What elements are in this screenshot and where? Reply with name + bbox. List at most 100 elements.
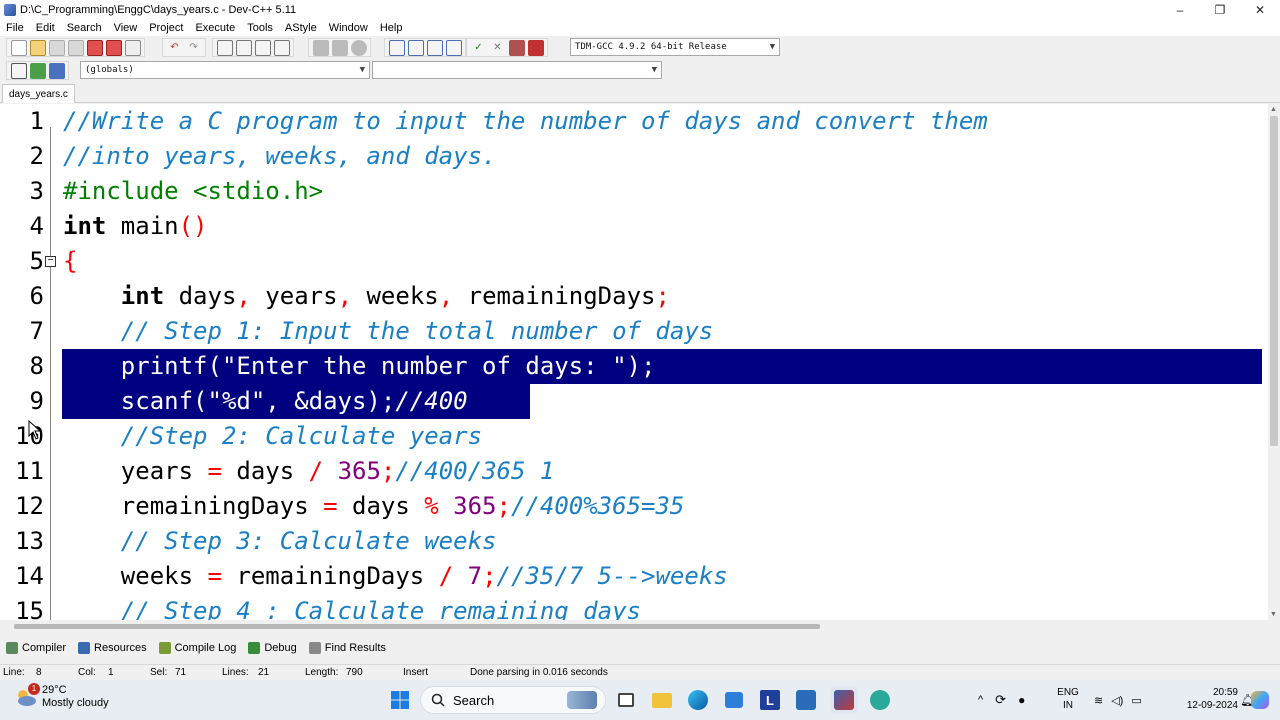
code-line-11: 11 years = days / 365;//400/365 1 (0, 454, 1268, 489)
goto-icon[interactable] (29, 62, 46, 79)
menu-execute[interactable]: Execute (189, 22, 241, 34)
weather-temp: 29°C (42, 684, 67, 696)
profile-icon[interactable] (508, 39, 525, 56)
window-controls: – ❐ ✕ (1160, 0, 1280, 20)
remove-from-project-icon[interactable] (426, 39, 443, 56)
edge-button[interactable] (684, 686, 712, 714)
new-file-icon[interactable] (10, 39, 27, 56)
search-label: Search (453, 692, 495, 708)
start-button[interactable] (386, 686, 414, 714)
store-button[interactable] (720, 686, 748, 714)
compiler-select[interactable]: TDM-GCC 4.9.2 64-bit Release ▼ (570, 38, 780, 56)
vscode-button[interactable] (792, 686, 820, 714)
network-volume-tray[interactable]: ≋ ◁) ▭ (1090, 680, 1146, 720)
horizontal-scrollbar[interactable] (0, 620, 1268, 632)
maximize-button[interactable]: ❐ (1200, 0, 1240, 20)
sync-icon[interactable]: ⟳ (995, 692, 1006, 708)
microphone-icon[interactable]: ● (1018, 693, 1025, 707)
status-lines-value: 21 (258, 667, 270, 678)
undo-icon[interactable]: ↶ (167, 40, 183, 56)
bookmark-icon[interactable] (48, 62, 65, 79)
vertical-scroll-thumb[interactable] (1270, 116, 1278, 446)
insert-icon[interactable] (10, 62, 27, 79)
menu-project[interactable]: Project (143, 22, 189, 34)
tab-compiler[interactable]: Compiler (0, 642, 72, 654)
debug-icon[interactable] (527, 39, 544, 56)
close-button[interactable]: ✕ (1240, 0, 1280, 20)
code-text: int main() (63, 209, 208, 244)
scope-select[interactable]: (globals) ▼ (80, 61, 370, 79)
project-options-icon[interactable] (445, 39, 462, 56)
status-sel-label: Sel: (150, 667, 168, 678)
symbol: % (424, 492, 439, 520)
status-col-label: Col: (78, 667, 96, 678)
file-tab-days-years[interactable]: days_years.c (2, 84, 75, 103)
code-line-12: 12 remainingDays = days % 365;//400%365=… (0, 489, 1268, 524)
close-file-icon[interactable] (86, 39, 103, 56)
scroll-up-icon[interactable]: ▲ (1270, 106, 1277, 113)
tab-resources[interactable]: Resources (72, 642, 153, 654)
copilot-button[interactable] (1246, 686, 1274, 714)
toggle-comment-icon[interactable] (350, 39, 367, 56)
indent-icon[interactable] (312, 39, 329, 56)
new-project-icon[interactable] (388, 39, 405, 56)
file-explorer-button[interactable] (648, 686, 676, 714)
add-to-project-icon[interactable] (407, 39, 424, 56)
line-number: 4 (29, 212, 44, 240)
goto-function-icon[interactable] (273, 39, 290, 56)
redo-icon[interactable]: ↷ (186, 40, 202, 56)
fold-collapse-icon[interactable]: − (45, 256, 56, 267)
goto-line-icon[interactable] (254, 39, 271, 56)
save-icon[interactable] (48, 39, 65, 56)
horizontal-scroll-thumb[interactable] (14, 624, 820, 629)
vertical-scrollbar[interactable]: ▲ ▼ (1268, 104, 1280, 620)
code-editor[interactable]: 1 //Write a C program to input the numbe… (0, 104, 1268, 620)
code-text: // Step 1: Input the total number of day… (63, 317, 714, 345)
status-length-label: Length: (305, 667, 339, 678)
menu-file[interactable]: File (0, 22, 30, 34)
unindent-icon[interactable] (331, 39, 348, 56)
task-view-button[interactable] (612, 686, 640, 714)
menu-help[interactable]: Help (374, 22, 409, 34)
chevron-up-icon[interactable]: ^ (978, 694, 983, 706)
scroll-down-icon[interactable]: ▼ (1270, 611, 1277, 618)
save-all-icon[interactable] (67, 39, 84, 56)
line-number: 12 (15, 492, 44, 520)
system-tray: ^ ⟳ ● (972, 680, 1031, 720)
taskbar-clock[interactable]: 20:59 12-09-2024 (1180, 686, 1238, 712)
replace-icon[interactable] (235, 39, 252, 56)
language-indicator[interactable]: ENG IN (1056, 686, 1080, 712)
find-icon[interactable] (216, 39, 233, 56)
taskbar-search[interactable]: Search (420, 686, 606, 714)
code-line-9: 9 scanf("%d", &days);//400 (0, 384, 1268, 419)
menu-tools[interactable]: Tools (241, 22, 279, 34)
check-syntax-icon[interactable]: ✓ (471, 40, 487, 56)
app-globe-button[interactable] (866, 686, 894, 714)
tab-debug[interactable]: Debug (242, 642, 302, 654)
stop-execution-icon[interactable]: ✕ (490, 40, 506, 56)
identifier: years (250, 282, 338, 310)
weather-widget[interactable]: 1 29°C Mostly cloudy (14, 683, 109, 710)
tab-compile-log[interactable]: Compile Log (153, 642, 243, 654)
menu-window[interactable]: Window (323, 22, 374, 34)
menu-view[interactable]: View (108, 22, 144, 34)
menu-astyle[interactable]: AStyle (279, 22, 323, 34)
menu-edit[interactable]: Edit (30, 22, 61, 34)
function-select[interactable]: ▼ (372, 61, 662, 79)
app-l-button[interactable]: L (756, 686, 784, 714)
keyword: int (120, 282, 165, 310)
code-line-4: 4 int main() (0, 209, 1268, 244)
symbol: , (236, 282, 251, 310)
devcpp-taskbar-button[interactable] (830, 686, 858, 714)
close-all-icon[interactable] (105, 39, 122, 56)
search-toolbar-group (212, 38, 294, 57)
minimize-button[interactable]: – (1160, 0, 1200, 20)
open-file-icon[interactable] (29, 39, 46, 56)
task-view-icon (618, 693, 634, 707)
menu-search[interactable]: Search (61, 22, 108, 34)
print-icon[interactable] (124, 39, 141, 56)
wifi-icon: ≋ (1094, 694, 1104, 707)
tab-find-results[interactable]: Find Results (303, 642, 392, 654)
debug-check-icon (248, 642, 261, 654)
